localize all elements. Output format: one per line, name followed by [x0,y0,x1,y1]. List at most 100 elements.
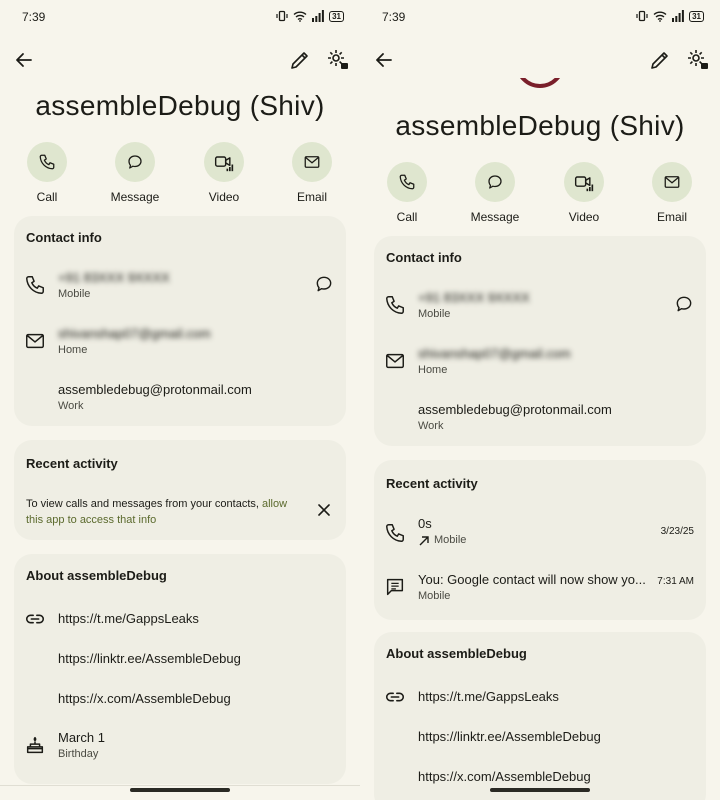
email-home-row[interactable]: shivanshap07@gmail.com Home [374,344,706,384]
link-telegram[interactable]: https://t.me/GappsLeaks [58,611,199,626]
birthday-value: March 1 [58,730,105,745]
email-home-type: Home [58,344,88,356]
email-button[interactable]: Email [277,142,347,204]
call-label: Call [36,190,58,204]
gesture-handle[interactable] [130,788,230,792]
gesture-handle[interactable] [490,788,590,792]
call-date: 3/23/25 [660,526,694,537]
vibrate-icon [276,10,288,22]
back-arrow-icon[interactable] [12,48,36,72]
video-label: Video [568,210,600,224]
message-bubble-icon[interactable] [314,274,334,294]
vibrate-icon [636,10,648,22]
video-label: Video [208,190,240,204]
email-icon [26,333,44,349]
email-work-row[interactable]: assembledebug@protonmail.com Work [374,402,706,442]
link-x[interactable]: https://x.com/AssembleDebug [418,769,591,784]
phone-type: Mobile [58,288,91,300]
email-home-row[interactable]: shivanshap07@gmail.com Home [14,324,346,364]
edit-pencil-icon[interactable] [648,48,672,72]
email-icon [386,353,404,369]
contact-settings-icon[interactable] [326,48,350,72]
email-home-value: shivanshap07@gmail.com [58,326,211,341]
email-work-value: assembledebug@protonmail.com [418,402,612,417]
phone-row[interactable]: +91 83XXX 9XXXX Mobile [14,268,346,308]
message-bubble-icon [128,155,142,169]
link-row[interactable]: https://x.com/AssembleDebug [14,689,346,713]
close-icon[interactable] [316,502,332,518]
status-time: 7:39 [22,10,46,24]
call-log-row[interactable]: 0s Mobile 3/23/25 [374,516,706,556]
email-icon [304,156,320,168]
contact-name: assembleDebug (Shiv) [35,90,325,121]
email-label: Email [296,190,327,204]
call-type: Mobile [434,534,467,546]
message-button[interactable]: Message [460,162,530,224]
battery-icon: 31 [689,10,704,22]
wifi-icon [293,11,307,22]
message-bubble-icon[interactable] [674,294,694,314]
sms-icon [386,578,404,596]
link-linktree[interactable]: https://linktr.ee/AssembleDebug [418,729,601,744]
link-icon [385,692,405,702]
contact-info-card: Contact info +91 83XXX 9XXXX Mobile shiv… [14,216,346,426]
email-button[interactable]: Email [637,162,707,224]
about-card: About assembleDebug https://t.me/GappsLe… [14,554,346,784]
phone-type: Mobile [418,308,451,320]
email-icon [664,176,680,188]
link-linktree[interactable]: https://linktr.ee/AssembleDebug [58,651,241,666]
video-button[interactable]: Video [549,162,619,224]
video-button[interactable]: Video [189,142,259,204]
status-time: 7:39 [382,10,406,24]
left-screen: 7:39 31 assembleDebug (Shiv) Call Messag… [0,0,360,800]
phone-icon [386,296,404,314]
phone-icon [26,276,44,294]
email-label: Email [656,210,687,224]
message-button[interactable]: Message [100,142,170,204]
signal-icon [312,10,324,22]
email-work-type: Work [418,420,444,432]
about-title: About assembleDebug [26,568,167,583]
link-row[interactable]: https://linktr.ee/AssembleDebug [14,649,346,673]
message-bubble-icon [488,175,502,189]
link-row[interactable]: https://t.me/GappsLeaks [14,608,346,632]
message-type: Mobile [418,590,451,602]
quick-actions: Call Message Video Email [360,162,720,224]
birthday-row[interactable]: March 1 Birthday [14,730,346,770]
phone-icon [399,174,415,190]
status-bar: 7:39 31 [360,0,720,36]
back-arrow-icon[interactable] [372,48,396,72]
right-screen: 7:39 31 assembleDebug (Shiv) Call Messag… [360,0,720,800]
email-work-row[interactable]: assembledebug@protonmail.com Work [14,382,346,422]
message-preview: You: Google contact will now show yo... [418,572,646,587]
birthday-label: Birthday [58,748,99,760]
phone-row[interactable]: +91 83XXX 9XXXX Mobile [374,288,706,328]
outgoing-call-arrow-icon [419,536,429,546]
recent-activity-title: Recent activity [386,476,478,491]
call-button[interactable]: Call [372,162,442,224]
message-log-row[interactable]: You: Google contact will now show yo... … [374,572,706,612]
message-label: Message [470,210,520,224]
call-duration: 0s [418,516,432,531]
cake-icon [26,736,44,754]
video-icon [214,156,234,172]
edit-pencil-icon[interactable] [288,48,312,72]
about-card: About assembleDebug https://t.me/GappsLe… [374,632,706,800]
email-home-value: shivanshap07@gmail.com [418,346,571,361]
contact-name: assembleDebug (Shiv) [395,110,685,141]
permission-note-text: To view calls and messages from your con… [26,498,262,510]
recent-activity-title: Recent activity [26,456,118,471]
email-work-value: assembledebug@protonmail.com [58,382,252,397]
avatar[interactable] [515,78,565,90]
message-label: Message [110,190,160,204]
call-button[interactable]: Call [12,142,82,204]
about-title: About assembleDebug [386,646,527,661]
top-app-bar [0,44,360,76]
link-row[interactable]: https://t.me/GappsLeaks [374,686,706,710]
link-x[interactable]: https://x.com/AssembleDebug [58,691,231,706]
wifi-icon [653,11,667,22]
link-row[interactable]: https://linktr.ee/AssembleDebug [374,727,706,751]
contact-settings-icon[interactable] [686,48,710,72]
contact-info-title: Contact info [386,250,462,265]
link-telegram[interactable]: https://t.me/GappsLeaks [418,689,559,704]
